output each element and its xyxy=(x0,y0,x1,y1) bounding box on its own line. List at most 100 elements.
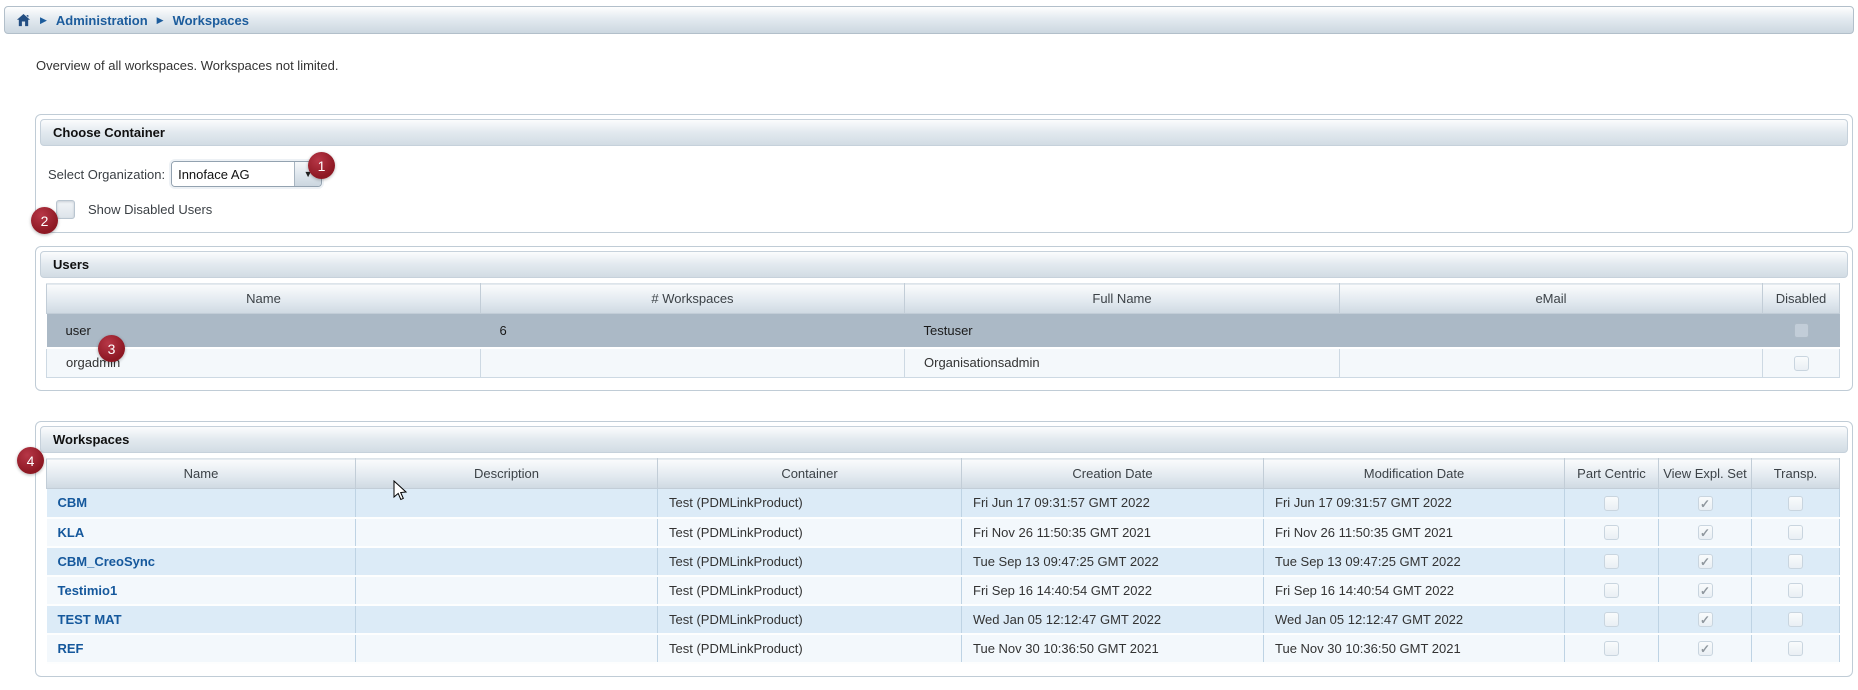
part-centric-checkbox[interactable] xyxy=(1604,554,1619,569)
table-row-user[interactable]: user 6 Testuser xyxy=(47,314,1840,348)
view-expl-set-checkbox[interactable]: ✓ xyxy=(1698,641,1713,656)
part-centric-checkbox[interactable] xyxy=(1604,496,1619,511)
ws-description-cell xyxy=(356,518,658,547)
ws-col-modification[interactable]: Modification Date xyxy=(1264,459,1565,489)
workspaces-panel: Workspaces Name Description Container Cr… xyxy=(35,421,1853,677)
part-centric-checkbox[interactable] xyxy=(1604,583,1619,598)
ws-description-cell xyxy=(356,605,658,634)
part-centric-checkbox[interactable] xyxy=(1604,525,1619,540)
ws-creation-cell: Fri Sep 16 14:40:54 GMT 2022 xyxy=(962,576,1264,605)
workspace-link[interactable]: KLA xyxy=(58,525,85,540)
workspace-link[interactable]: REF xyxy=(58,641,84,656)
users-col-name[interactable]: Name xyxy=(47,284,481,314)
ws-container-cell: Test (PDMLinkProduct) xyxy=(658,576,962,605)
ws-description-cell xyxy=(356,576,658,605)
users-col-email[interactable]: eMail xyxy=(1340,284,1763,314)
ws-modification-cell: Tue Nov 30 10:36:50 GMT 2021 xyxy=(1264,634,1565,663)
organization-dropdown-value[interactable]: Innoface AG xyxy=(172,162,294,186)
users-table: Name # Workspaces Full Name eMail Disabl… xyxy=(46,283,1840,378)
breadcrumb-link-administration[interactable]: Administration xyxy=(56,13,148,28)
ws-col-creation[interactable]: Creation Date xyxy=(962,459,1264,489)
workspaces-table: Name Description Container Creation Date… xyxy=(46,458,1840,664)
part-centric-checkbox[interactable] xyxy=(1604,612,1619,627)
ws-col-container[interactable]: Container xyxy=(658,459,962,489)
ws-creation-cell: Wed Jan 05 12:12:47 GMT 2022 xyxy=(962,605,1264,634)
breadcrumb-link-workspaces[interactable]: Workspaces xyxy=(173,13,249,28)
workspace-link[interactable]: Testimio1 xyxy=(58,583,118,598)
users-panel: Users Name # Workspaces Full Name eMail … xyxy=(35,246,1853,391)
user-fullname-cell: Organisationsadmin xyxy=(905,348,1340,378)
view-expl-set-checkbox[interactable]: ✓ xyxy=(1698,554,1713,569)
users-col-workspaces[interactable]: # Workspaces xyxy=(481,284,905,314)
ws-container-cell: Test (PDMLinkProduct) xyxy=(658,547,962,576)
annotation-badge-3: 3 xyxy=(98,335,125,362)
user-email-cell xyxy=(1340,314,1763,348)
ws-creation-cell: Tue Sep 13 09:47:25 GMT 2022 xyxy=(962,547,1264,576)
ws-container-cell: Test (PDMLinkProduct) xyxy=(658,518,962,547)
ws-col-transp[interactable]: Transp. xyxy=(1752,459,1840,489)
users-title: Users xyxy=(53,257,89,272)
choose-container-header: Choose Container xyxy=(40,119,1848,146)
breadcrumb: ▶ Administration ▶ Workspaces xyxy=(4,6,1854,34)
transp-checkbox[interactable] xyxy=(1788,641,1803,656)
user-email-cell xyxy=(1340,348,1763,378)
transp-checkbox[interactable] xyxy=(1788,496,1803,511)
workspace-link[interactable]: CBM xyxy=(58,495,88,510)
user-workspaces-cell xyxy=(481,348,905,378)
ws-modification-cell: Tue Sep 13 09:47:25 GMT 2022 xyxy=(1264,547,1565,576)
view-expl-set-checkbox[interactable]: ✓ xyxy=(1698,525,1713,540)
transp-checkbox[interactable] xyxy=(1788,525,1803,540)
ws-col-viewexplset[interactable]: View Expl. Set xyxy=(1659,459,1752,489)
transp-checkbox[interactable] xyxy=(1788,554,1803,569)
workspaces-header: Workspaces xyxy=(40,426,1848,453)
transp-checkbox[interactable] xyxy=(1788,583,1803,598)
user-fullname-cell: Testuser xyxy=(905,314,1340,348)
ws-container-cell: Test (PDMLinkProduct) xyxy=(658,634,962,663)
transp-checkbox[interactable] xyxy=(1788,612,1803,627)
ws-col-partcentric[interactable]: Part Centric xyxy=(1565,459,1659,489)
workspace-link[interactable]: TEST MAT xyxy=(58,612,122,627)
chevron-right-icon: ▶ xyxy=(157,16,164,25)
annotation-badge-1: 1 xyxy=(308,152,335,179)
users-header: Users xyxy=(40,251,1848,278)
ws-modification-cell: Fri Jun 17 09:31:57 GMT 2022 xyxy=(1264,489,1565,518)
disabled-checkbox[interactable] xyxy=(1794,323,1809,338)
ws-description-cell xyxy=(356,547,658,576)
users-col-fullname[interactable]: Full Name xyxy=(905,284,1340,314)
ws-creation-cell: Fri Nov 26 11:50:35 GMT 2021 xyxy=(962,518,1264,547)
table-row-workspace[interactable]: REF Test (PDMLinkProduct) Tue Nov 30 10:… xyxy=(47,634,1840,663)
mouse-cursor-icon xyxy=(393,480,408,504)
ws-description-cell xyxy=(356,634,658,663)
workspace-link[interactable]: CBM_CreoSync xyxy=(58,554,156,569)
choose-container-title: Choose Container xyxy=(53,125,165,140)
table-row-orgadmin[interactable]: orgadmin Organisationsadmin xyxy=(47,348,1840,378)
home-icon[interactable] xyxy=(16,13,31,28)
choose-container-panel: Choose Container Select Organization: In… xyxy=(35,114,1853,233)
select-organization-label: Select Organization: xyxy=(48,167,165,182)
part-centric-checkbox[interactable] xyxy=(1604,641,1619,656)
view-expl-set-checkbox[interactable]: ✓ xyxy=(1698,496,1713,511)
table-row-workspace[interactable]: CBM Test (PDMLinkProduct) Fri Jun 17 09:… xyxy=(47,489,1840,518)
ws-modification-cell: Fri Nov 26 11:50:35 GMT 2021 xyxy=(1264,518,1565,547)
overview-text: Overview of all workspaces. Workspaces n… xyxy=(36,58,1858,73)
table-row-workspace[interactable]: CBM_CreoSync Test (PDMLinkProduct) Tue S… xyxy=(47,547,1840,576)
ws-creation-cell: Tue Nov 30 10:36:50 GMT 2021 xyxy=(962,634,1264,663)
show-disabled-users-checkbox[interactable] xyxy=(56,200,75,219)
table-row-workspace[interactable]: KLA Test (PDMLinkProduct) Fri Nov 26 11:… xyxy=(47,518,1840,547)
ws-modification-cell: Wed Jan 05 12:12:47 GMT 2022 xyxy=(1264,605,1565,634)
workspaces-title: Workspaces xyxy=(53,432,129,447)
ws-creation-cell: Fri Jun 17 09:31:57 GMT 2022 xyxy=(962,489,1264,518)
ws-container-cell: Test (PDMLinkProduct) xyxy=(658,605,962,634)
view-expl-set-checkbox[interactable]: ✓ xyxy=(1698,583,1713,598)
organization-dropdown[interactable]: Innoface AG ▼ xyxy=(171,161,322,187)
view-expl-set-checkbox[interactable]: ✓ xyxy=(1698,612,1713,627)
ws-col-name[interactable]: Name xyxy=(47,459,356,489)
users-col-disabled[interactable]: Disabled xyxy=(1763,284,1840,314)
ws-container-cell: Test (PDMLinkProduct) xyxy=(658,489,962,518)
annotation-badge-4: 4 xyxy=(17,447,44,474)
ws-modification-cell: Fri Sep 16 14:40:54 GMT 2022 xyxy=(1264,576,1565,605)
disabled-checkbox[interactable] xyxy=(1794,356,1809,371)
chevron-right-icon: ▶ xyxy=(40,16,47,25)
table-row-workspace[interactable]: Testimio1 Test (PDMLinkProduct) Fri Sep … xyxy=(47,576,1840,605)
table-row-workspace[interactable]: TEST MAT Test (PDMLinkProduct) Wed Jan 0… xyxy=(47,605,1840,634)
